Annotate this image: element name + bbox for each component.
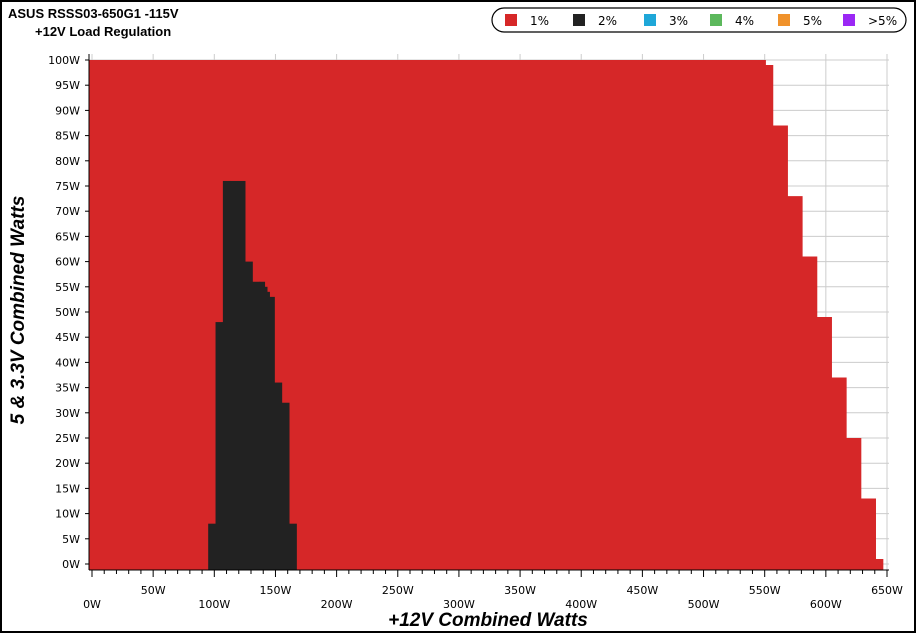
legend-label-5: >5% — [868, 14, 897, 28]
x-tick-labels: 0W50W100W150W200W250W300W350W400W450W500… — [83, 584, 903, 611]
y-tick-label-60W: 60W — [55, 256, 80, 269]
y-tick-labels: 0W 5W 10W 15W 20W 25W 30W 35W 40W 45W 50W 55W 60W 65W… — [48, 54, 80, 571]
y-tick-label-70W: 70W — [55, 205, 80, 218]
y-tick-label-20W: 20W — [55, 457, 80, 470]
legend-label-3: 4% — [735, 14, 754, 28]
region-2pct-column — [288, 523, 297, 570]
legend-swatch-5 — [843, 14, 855, 26]
legend: 1% 2% 3% 4% 5% >5% — [491, 7, 907, 33]
x-tick-label-450W: 450W — [626, 584, 658, 597]
data-areas — [89, 60, 884, 570]
x-tick-label-250W: 250W — [382, 584, 414, 597]
y-axis-title: 5 & 3.3V Combined Watts — [8, 196, 29, 425]
y-tick-label-5W: 5W — [62, 533, 80, 546]
legend-label-1: 2% — [598, 14, 617, 28]
y-tick-label-80W: 80W — [55, 155, 80, 168]
y-tick-label-55W: 55W — [55, 281, 80, 294]
x-axis-title: +12V Combined Watts — [388, 610, 588, 631]
legend-label-2: 3% — [669, 14, 688, 28]
x-tick-label-350W: 350W — [504, 584, 536, 597]
y-tick-label-40W: 40W — [55, 356, 80, 369]
region-2pct-column — [269, 296, 275, 570]
legend-label-0: 1% — [530, 14, 549, 28]
y-tick-label-15W: 15W — [55, 482, 80, 495]
legend-label-4: 5% — [803, 14, 822, 28]
legend-swatch-3 — [710, 14, 722, 26]
x-tick-label-500W: 500W — [688, 598, 720, 611]
legend-swatch-1 — [573, 14, 585, 26]
legend-swatch-0 — [505, 14, 517, 26]
region-2pct-column — [222, 180, 231, 570]
chart-svg: ASUS RSSS03-650G1 -115V +12V Load Regula… — [8, 6, 907, 631]
legend-swatch-4 — [778, 14, 790, 26]
x-tick-label-50W: 50W — [141, 584, 166, 597]
y-tick-label-75W: 75W — [55, 180, 80, 193]
region-2pct-column — [208, 523, 217, 570]
chart-subtitle: +12V Load Regulation — [35, 24, 171, 39]
region-2pct-column — [237, 180, 246, 570]
y-tick-label-25W: 25W — [55, 432, 80, 445]
region-2pct-column — [274, 382, 283, 570]
y-tick-label-30W: 30W — [55, 407, 80, 420]
region-2pct-column — [281, 402, 290, 570]
x-tick-label-100W: 100W — [198, 598, 230, 611]
y-tick-label-35W: 35W — [55, 382, 80, 395]
region-2pct-column — [230, 180, 239, 570]
y-tick-label-65W: 65W — [55, 230, 80, 243]
x-tick-label-650W: 650W — [871, 584, 903, 597]
x-tick-label-550W: 550W — [749, 584, 781, 597]
y-tick-label-90W: 90W — [55, 104, 80, 117]
region-1pct — [89, 60, 884, 570]
region-2pct-column — [252, 281, 261, 570]
x-tick-label-150W: 150W — [260, 584, 292, 597]
y-tick-label-100W: 100W — [48, 54, 80, 67]
x-tick-label-200W: 200W — [321, 598, 353, 611]
y-tick-label-95W: 95W — [55, 79, 80, 92]
chart-title: ASUS RSSS03-650G1 -115V — [8, 6, 179, 21]
y-tick-label-45W: 45W — [55, 331, 80, 344]
y-tick-label-0W: 0W — [62, 558, 80, 571]
x-tick-label-0W: 0W — [83, 598, 101, 611]
region-2pct-column — [244, 261, 253, 570]
legend-swatch-2 — [644, 14, 656, 26]
y-tick-label-10W: 10W — [55, 508, 80, 521]
y-tick-label-85W: 85W — [55, 130, 80, 143]
x-tick-label-600W: 600W — [810, 598, 842, 611]
region-2pct-column — [259, 281, 266, 570]
y-tick-label-50W: 50W — [55, 306, 80, 319]
chart-frame: ASUS RSSS03-650G1 -115V +12V Load Regula… — [0, 0, 916, 633]
region-2pct-column — [215, 322, 224, 570]
